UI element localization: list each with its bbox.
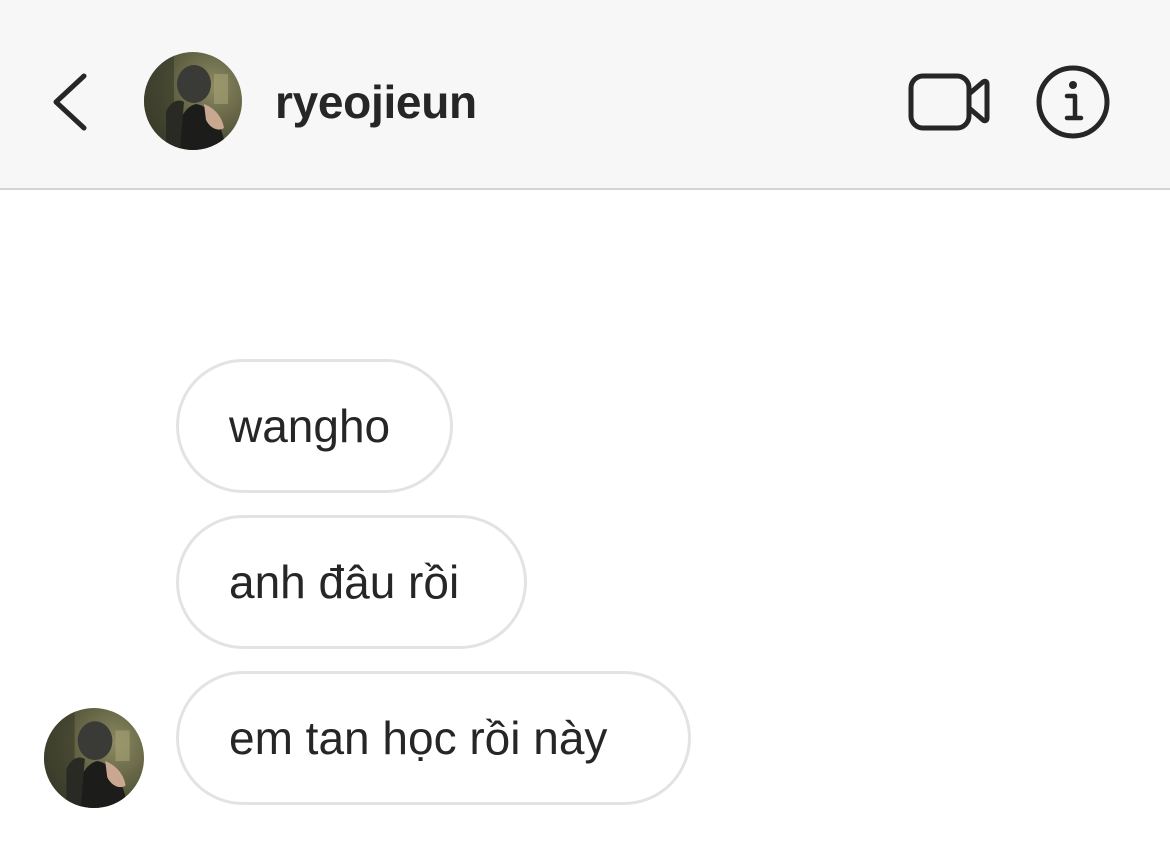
chat-header: ryeojieun: [0, 0, 1170, 190]
profile-photo: [44, 708, 144, 808]
info-button[interactable]: [1034, 63, 1112, 141]
back-button[interactable]: [40, 62, 100, 142]
chat-username[interactable]: ryeojieun: [275, 72, 477, 132]
header-avatar[interactable]: [144, 52, 242, 150]
chat-screen: ryeojieun wangho anh đâu rồi em tan học …: [0, 0, 1170, 849]
message-text: anh đâu rồi: [229, 556, 460, 608]
video-camera-icon: [908, 73, 990, 131]
video-call-button[interactable]: [905, 68, 991, 134]
profile-photo: [144, 52, 242, 150]
message-text: wangho: [229, 400, 391, 452]
message-text: em tan học rồi này: [229, 712, 608, 764]
message-bubble[interactable]: wangho: [176, 359, 453, 493]
sender-avatar[interactable]: [44, 708, 144, 808]
message-bubble[interactable]: anh đâu rồi: [176, 515, 527, 649]
chevron-left-icon: [53, 73, 87, 131]
info-circle-icon: [1036, 65, 1110, 139]
message-bubble[interactable]: em tan học rồi này: [176, 671, 691, 805]
